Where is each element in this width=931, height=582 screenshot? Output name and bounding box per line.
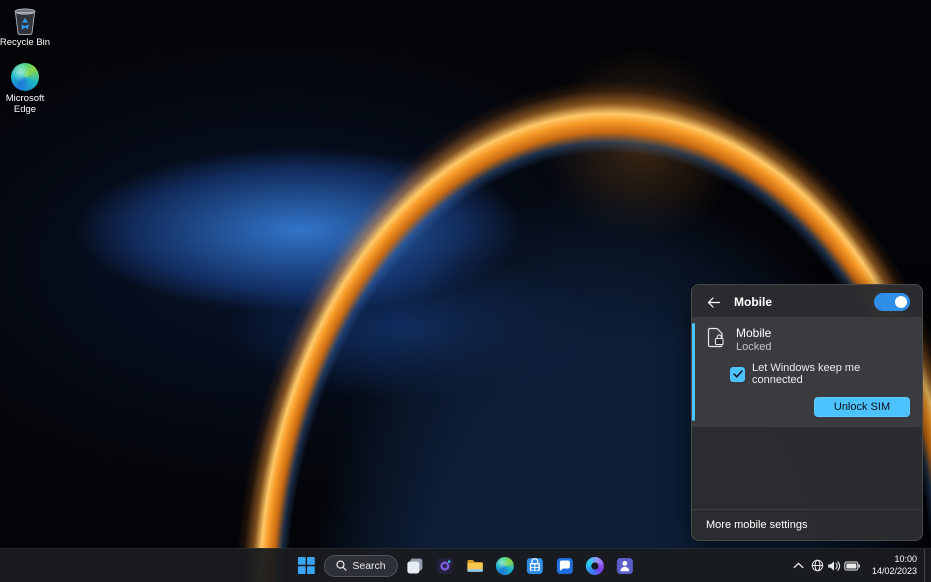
checkmark-icon [733,370,743,378]
clock[interactable]: 10:00 14/02/2023 [864,554,923,577]
keep-connected-label: Let Windows keep me connected [752,362,910,386]
windows-logo-icon [298,557,315,574]
show-hidden-icons-button[interactable] [790,553,807,579]
selection-accent-bar [692,323,695,421]
network-globe-icon [811,559,824,572]
desktop-icon-label: Microsoft Edge [0,94,51,116]
microsoft-store-icon[interactable] [522,553,548,579]
network-status: Locked [736,341,771,353]
mobile-toggle[interactable] [874,293,910,311]
toggle-knob [895,296,907,308]
start-button[interactable] [293,553,319,579]
taskbar: Search [0,548,931,582]
network-name: Mobile [736,326,771,340]
search-icon [335,560,346,571]
desktop-icon-recycle-bin[interactable]: Recycle Bin [0,6,51,49]
mobile-flyout-panel: Mobile Mobile Locked [691,284,923,541]
flyout-title: Mobile [734,295,772,309]
teams-icon[interactable] [612,553,638,579]
edge-icon [10,62,40,92]
camera-app-icon[interactable] [432,553,458,579]
recycle-bin-icon [10,6,40,36]
task-view-icon[interactable] [402,553,428,579]
mobile-network-item[interactable]: Mobile Locked Let Windows keep me connec… [692,317,922,427]
desktop: Recycle Bin Microsoft Edge Mobile [0,0,931,582]
battery-icon [844,561,860,571]
time: 10:00 [894,554,917,566]
desktop-icon-label: Recycle Bin [0,38,50,49]
flyout-empty-area [692,427,922,509]
flyout-header: Mobile [692,285,922,317]
network-volume-battery-group[interactable] [808,553,863,579]
file-explorer-icon[interactable] [462,553,488,579]
keep-connected-checkbox[interactable] [730,367,745,382]
edge-browser-icon[interactable] [492,553,518,579]
loop-app-icon[interactable] [582,553,608,579]
more-mobile-settings-link[interactable]: More mobile settings [692,509,922,540]
back-arrow-icon[interactable] [704,293,722,311]
volume-icon [827,560,841,572]
search-box[interactable]: Search [323,555,397,577]
system-tray: 10:00 14/02/2023 [790,549,928,582]
chat-app-icon[interactable] [552,553,578,579]
show-desktop-button[interactable] [924,549,928,582]
search-label: Search [352,560,385,572]
sim-locked-icon [706,326,726,348]
taskbar-center: Search [293,549,637,582]
chevron-up-icon [793,562,804,569]
unlock-sim-button[interactable]: Unlock SIM [814,397,910,417]
date: 14/02/2023 [872,566,917,578]
desktop-icon-microsoft-edge[interactable]: Microsoft Edge [0,62,51,116]
